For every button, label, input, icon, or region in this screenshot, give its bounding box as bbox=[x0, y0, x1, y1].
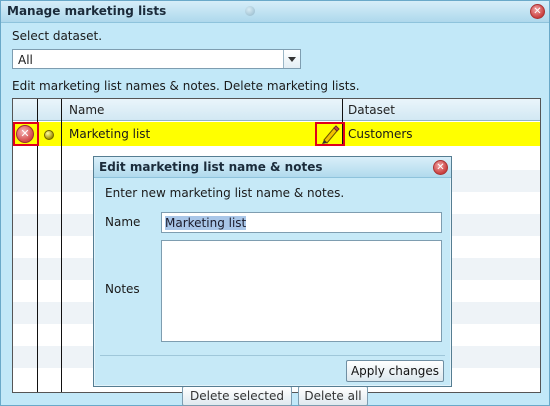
edit-highlight-box bbox=[315, 122, 345, 146]
table-header: Name Dataset bbox=[13, 99, 540, 121]
dialog-close-icon[interactable]: ✕ bbox=[530, 4, 545, 19]
chevron-down-icon[interactable] bbox=[283, 50, 300, 68]
edit-instructions-label: Edit marketing list names & notes. Delet… bbox=[12, 79, 360, 93]
modal-instruction: Enter new marketing list name & notes. bbox=[105, 186, 345, 200]
modal-close-icon[interactable]: ✕ bbox=[433, 160, 448, 175]
dialog-titlebar[interactable]: Manage marketing lists ✕ bbox=[1, 1, 549, 23]
edit-list-modal: Edit marketing list name & notes ✕ Enter… bbox=[93, 156, 452, 387]
table-row[interactable]: ✕ Marketing list Customers bbox=[13, 122, 540, 146]
titlebar-decoration-icon bbox=[245, 6, 255, 16]
select-dataset-label: Select dataset. bbox=[12, 29, 103, 43]
dataset-select-value: All bbox=[18, 53, 33, 67]
column-header-dataset[interactable]: Dataset bbox=[348, 103, 395, 117]
status-dot-icon bbox=[44, 130, 54, 140]
column-divider bbox=[61, 99, 62, 392]
dataset-cell: Customers bbox=[348, 127, 413, 141]
delete-highlight-box bbox=[13, 122, 39, 146]
apply-changes-button[interactable]: Apply changes bbox=[346, 360, 444, 382]
name-field-value: Marketing list bbox=[165, 216, 247, 230]
dataset-select[interactable]: All bbox=[12, 49, 301, 69]
delete-all-button[interactable]: Delete all bbox=[298, 386, 368, 406]
modal-titlebar[interactable]: Edit marketing list name & notes ✕ bbox=[94, 157, 451, 178]
column-header-name[interactable]: Name bbox=[69, 103, 104, 117]
notes-label: Notes bbox=[105, 282, 140, 296]
modal-title: Edit marketing list name & notes bbox=[99, 160, 323, 174]
name-field[interactable]: Marketing list bbox=[161, 212, 442, 233]
name-label: Name bbox=[105, 215, 141, 229]
manage-marketing-lists-dialog: Manage marketing lists ✕ Select dataset.… bbox=[0, 0, 550, 406]
dialog-title: Manage marketing lists bbox=[7, 4, 167, 18]
notes-field[interactable] bbox=[161, 240, 442, 342]
modal-separator bbox=[100, 355, 445, 356]
delete-selected-button[interactable]: Delete selected bbox=[182, 386, 292, 406]
list-name-cell: Marketing list bbox=[69, 127, 151, 141]
